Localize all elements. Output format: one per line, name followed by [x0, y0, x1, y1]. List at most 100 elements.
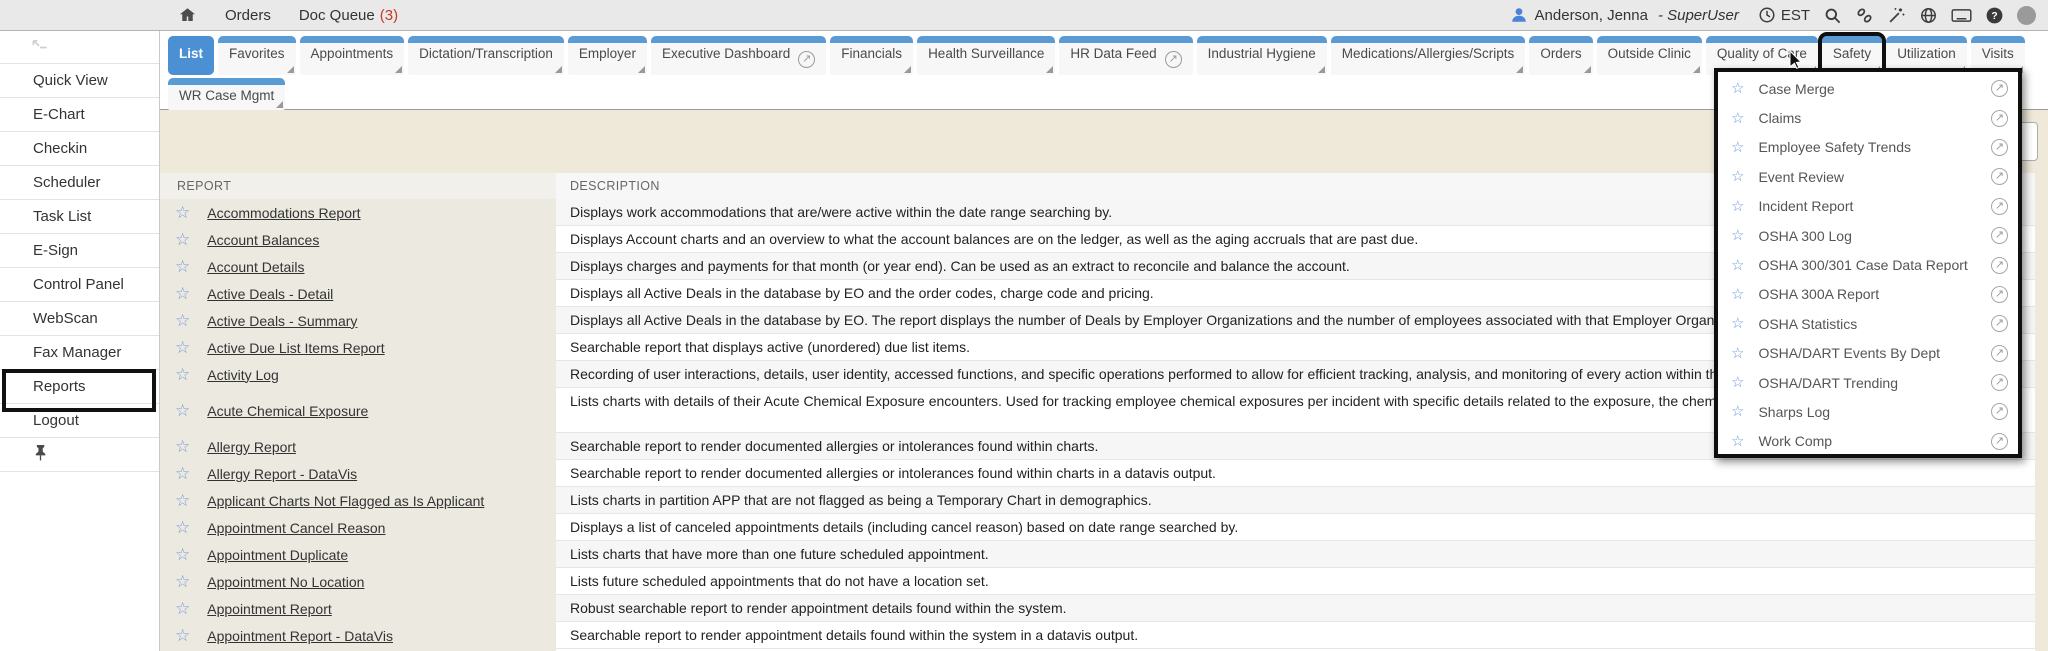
external-link-icon[interactable]: ↗	[1991, 139, 2008, 156]
dropdown-menu-item[interactable]: ☆ Event Review ↗	[1718, 162, 2018, 191]
sidebar-item[interactable]: WebScan	[0, 302, 159, 336]
sidebar-item[interactable]: Logout	[0, 404, 159, 438]
favorite-star-icon[interactable]: ☆	[175, 285, 190, 302]
keyboard-icon[interactable]	[1951, 7, 1972, 24]
report-link[interactable]: Active Deals - Summary	[207, 313, 357, 329]
tab[interactable]: Medications/Allergies/Scripts↗	[1331, 36, 1526, 75]
favorite-star-icon[interactable]: ☆	[175, 573, 190, 590]
sidebar-item[interactable]: E-Sign	[0, 234, 159, 268]
favorite-star-icon[interactable]: ☆	[1731, 258, 1744, 273]
favorite-star-icon[interactable]: ☆	[175, 627, 190, 644]
dropdown-menu-item[interactable]: ☆ Case Merge ↗	[1718, 74, 2018, 103]
favorite-star-icon[interactable]: ☆	[1731, 346, 1744, 361]
favorite-star-icon[interactable]: ☆	[1731, 169, 1744, 184]
timezone-indicator[interactable]: EST	[1758, 6, 1810, 24]
help-icon[interactable]: ?	[1985, 6, 2004, 25]
external-link-icon[interactable]: ↗	[1991, 286, 2008, 303]
external-link-icon[interactable]: ↗	[1991, 257, 2008, 274]
tab[interactable]: Favorites↗	[218, 36, 296, 75]
external-link-icon[interactable]: ↗	[1991, 168, 2008, 185]
favorite-star-icon[interactable]: ☆	[1731, 81, 1744, 96]
external-link-icon[interactable]: ↗	[1991, 403, 2008, 420]
nav-doc-queue[interactable]: Doc Queue (3)	[299, 7, 398, 24]
dropdown-menu-item[interactable]: ☆ Work Comp ↗	[1718, 427, 2018, 456]
favorite-star-icon[interactable]: ☆	[175, 366, 190, 383]
tab[interactable]: Health Surveillance↗	[917, 36, 1055, 75]
tab[interactable]: Orders↗	[1529, 36, 1592, 75]
dropdown-menu-item[interactable]: ☆ OSHA 300/301 Case Data Report ↗	[1718, 250, 2018, 279]
report-link[interactable]: Activity Log	[207, 367, 279, 383]
external-link-icon[interactable]: ↗	[1991, 110, 2008, 127]
tab[interactable]: Dictation/Transcription↗	[408, 36, 564, 75]
dropdown-menu-item[interactable]: ☆ Sharps Log ↗	[1718, 397, 2018, 426]
sidebar-item[interactable]: Task List	[0, 200, 159, 234]
external-link-icon[interactable]: ↗	[1991, 374, 2008, 391]
favorite-star-icon[interactable]: ☆	[1731, 228, 1744, 243]
globe-icon[interactable]	[1919, 6, 1938, 25]
avatar[interactable]	[2017, 6, 2036, 25]
report-link[interactable]: Account Balances	[207, 232, 319, 248]
sidebar-item[interactable]: Fax Manager	[0, 336, 159, 370]
favorite-star-icon[interactable]: ☆	[175, 546, 190, 563]
favorite-star-icon[interactable]: ☆	[1731, 375, 1744, 390]
report-link[interactable]: Active Due List Items Report	[207, 340, 384, 356]
external-link-icon[interactable]: ↗	[1991, 315, 2008, 332]
external-link-icon[interactable]: ↗	[1991, 80, 2008, 97]
report-link[interactable]: Appointment Cancel Reason	[207, 520, 385, 536]
sidebar-item[interactable]: Scheduler	[0, 166, 159, 200]
favorite-star-icon[interactable]: ☆	[1731, 111, 1744, 126]
home-icon[interactable]	[178, 6, 197, 24]
favorite-star-icon[interactable]: ☆	[1731, 140, 1744, 155]
link-icon[interactable]	[1855, 6, 1874, 25]
favorite-star-icon[interactable]: ☆	[1731, 199, 1744, 214]
dropdown-menu-item[interactable]: ☆ OSHA Statistics ↗	[1718, 309, 2018, 338]
nav-orders[interactable]: Orders	[225, 7, 271, 24]
favorite-star-icon[interactable]: ☆	[175, 519, 190, 536]
external-link-icon[interactable]: ↗	[1991, 345, 2008, 362]
favorite-star-icon[interactable]: ☆	[1731, 404, 1744, 419]
favorite-star-icon[interactable]: ☆	[175, 231, 190, 248]
sidebar-item[interactable]: Quick View	[0, 64, 159, 98]
report-link[interactable]: Active Deals - Detail	[207, 286, 333, 302]
tab[interactable]: WR Case Mgmt↗	[168, 78, 285, 110]
dropdown-menu-item[interactable]: ☆ Employee Safety Trends ↗	[1718, 133, 2018, 162]
dropdown-menu-item[interactable]: ☆ OSHA/DART Events By Dept ↗	[1718, 339, 2018, 368]
dropdown-menu-item[interactable]: ☆ OSHA/DART Trending ↗	[1718, 368, 2018, 397]
favorite-star-icon[interactable]: ☆	[175, 438, 190, 455]
tab[interactable]: Appointments↗	[300, 36, 405, 75]
favorite-star-icon[interactable]: ☆	[175, 492, 190, 509]
tab[interactable]: Financials↗	[830, 36, 913, 75]
external-link-icon[interactable]: ↗	[1991, 198, 2008, 215]
report-link[interactable]: Appointment Report	[207, 601, 332, 617]
report-link[interactable]: Applicant Charts Not Flagged as Is Appli…	[207, 493, 484, 509]
report-link[interactable]: Allergy Report - DataVis	[207, 466, 357, 482]
search-icon[interactable]	[1823, 6, 1842, 25]
tab[interactable]: Outside Clinic↗	[1597, 36, 1702, 75]
favorite-star-icon[interactable]: ☆	[175, 465, 190, 482]
report-link[interactable]: Appointment Duplicate	[207, 547, 348, 563]
report-link[interactable]: Appointment Report - DataVis	[207, 628, 393, 644]
tab[interactable]: HR Data Feed↗	[1059, 36, 1192, 75]
tab[interactable]: Executive Dashboard↗	[651, 36, 826, 75]
user-menu[interactable]: Anderson, Jenna - SuperUser	[1510, 6, 1739, 24]
favorite-star-icon[interactable]: ☆	[1731, 434, 1744, 449]
external-link-icon[interactable]: ↗	[1991, 433, 2008, 450]
sidebar-item[interactable]: E-Chart	[0, 98, 159, 132]
favorite-star-icon[interactable]: ☆	[175, 402, 190, 419]
tab[interactable]: List↗	[168, 36, 214, 75]
sidebar-item[interactable]: Reports	[0, 370, 159, 404]
tab[interactable]: Industrial Hygiene↗	[1197, 36, 1327, 75]
sidebar-pin-toggle[interactable]	[0, 438, 159, 472]
favorite-star-icon[interactable]: ☆	[1731, 316, 1744, 331]
favorite-star-icon[interactable]: ☆	[175, 600, 190, 617]
external-link-icon[interactable]: ↗	[1991, 227, 2008, 244]
report-link[interactable]: Accommodations Report	[207, 205, 360, 221]
tab[interactable]: Employer↗	[568, 36, 647, 75]
dropdown-menu-item[interactable]: ☆ Claims ↗	[1718, 103, 2018, 132]
favorite-star-icon[interactable]: ☆	[1731, 287, 1744, 302]
report-link[interactable]: Appointment No Location	[207, 574, 364, 590]
sidebar-item[interactable]: Checkin	[0, 132, 159, 166]
sidebar-item[interactable]: Control Panel	[0, 268, 159, 302]
favorite-star-icon[interactable]: ☆	[175, 258, 190, 275]
dropdown-menu-item[interactable]: ☆ Incident Report ↗	[1718, 192, 2018, 221]
